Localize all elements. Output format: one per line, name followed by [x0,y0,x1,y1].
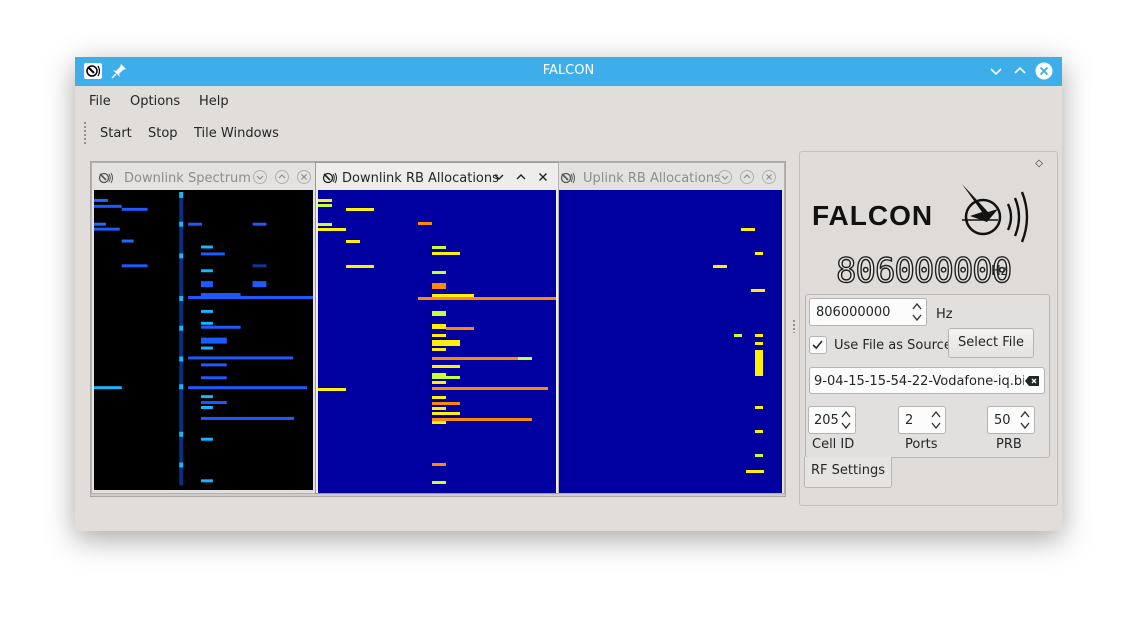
chevron-up-icon[interactable] [740,170,754,184]
prb-value: 50 [994,413,1011,428]
subwindow-title: Uplink RB Allocations [583,171,721,186]
lcd-value: 806000000 [835,251,1013,291]
toolbar: Start Stop Tile Windows [75,117,1062,149]
float-dock-icon[interactable]: ◇ [1035,158,1043,169]
frequency-lcd-display: 806000000 [835,251,1013,290]
cell-id-value: 205 [814,413,839,428]
falcon-icon [98,172,113,184]
downlink-rb-allocation-plot [318,190,556,493]
spin-arrows-icon[interactable] [1020,409,1030,431]
frequency-value: 806000000 [816,305,891,320]
chevron-up-icon[interactable] [275,170,289,184]
file-path-value: 9-04-15-15-54-22-Vodafone-iq.bin [814,374,1034,389]
ports-value: 2 [905,413,914,428]
subwindow-titlebar[interactable]: Downlink RB Allocations [316,163,558,190]
chevron-up-icon[interactable] [514,170,528,184]
splitter-handle[interactable] [792,319,796,333]
subwindow-title: Downlink Spectrum [124,171,251,186]
start-button[interactable]: Start [100,126,132,141]
app-window: FALCON File Options Help Start Stop Tile… [75,57,1062,531]
prb-spinbox[interactable]: 50 [987,406,1035,434]
stop-button[interactable]: Stop [148,126,178,141]
menu-help[interactable]: Help [199,94,229,109]
menu-file[interactable]: File [89,94,111,109]
ports-label: Ports [905,437,938,452]
spin-arrows-icon[interactable] [841,409,851,431]
use-file-label[interactable]: Use File as Source [834,338,952,353]
cell-id-spinbox[interactable]: 205 [808,406,856,434]
mdi-area: Downlink Spectrum Downlink RB Allocation… [90,161,786,497]
close-icon[interactable] [762,170,776,184]
prb-label: PRB [996,437,1022,452]
chevron-down-icon[interactable] [253,170,267,184]
use-file-checkbox[interactable] [809,336,827,354]
frequency-unit: Hz [936,307,953,322]
select-file-button[interactable]: Select File [948,328,1034,358]
spin-arrows-icon[interactable] [912,301,922,323]
maximize-chevron-icon[interactable] [1012,63,1028,79]
chevron-down-icon[interactable] [492,170,506,184]
subwindow-downlink-rb[interactable]: Downlink RB Allocations [315,162,559,494]
svg-text:FALCON: FALCON [812,200,933,231]
ports-spinbox[interactable]: 2 [898,406,946,434]
check-icon [812,340,823,350]
falcon-icon [560,172,575,184]
chevron-down-icon[interactable] [718,170,732,184]
rf-settings-group: 806000000 Hz Use File as Source Select F… [805,294,1050,458]
window-title: FALCON [542,63,595,78]
subwindow-titlebar[interactable]: Downlink Spectrum [92,163,315,190]
close-icon[interactable] [297,170,311,184]
clear-text-icon[interactable] [1024,374,1040,388]
spin-arrows-icon[interactable] [931,409,941,431]
falcon-icon [322,172,337,184]
cell-id-label: Cell ID [812,437,855,452]
subwindow-title: Downlink RB Allocations [342,171,499,186]
control-panel: ◇ FALCON 806000000 Hz 806000000 Hz Use F… [799,151,1058,506]
file-path-input[interactable]: 9-04-15-15-54-22-Vodafone-iq.bin [809,367,1045,394]
toolbar-grip-handle[interactable] [83,121,87,145]
minimize-chevron-icon[interactable] [988,63,1004,79]
falcon-logo: FALCON [812,184,1029,243]
tab-rf-settings[interactable]: RF Settings [804,457,892,488]
subwindow-uplink-rb[interactable]: Uplink RB Allocations [558,162,785,494]
uplink-rb-allocation-plot [559,190,782,493]
lcd-unit: Hz [991,264,1008,279]
subwindow-titlebar[interactable]: Uplink RB Allocations [559,163,784,190]
subwindow-downlink-spectrum[interactable]: Downlink Spectrum [91,162,316,494]
close-icon[interactable] [536,170,550,184]
close-icon[interactable] [1035,62,1053,80]
menu-bar: File Options Help [75,86,1062,116]
frequency-spinbox[interactable]: 806000000 [809,298,927,326]
tile-windows-button[interactable]: Tile Windows [194,126,279,141]
menu-options[interactable]: Options [130,94,180,109]
title-bar: FALCON [75,57,1062,86]
spectrum-waterfall-plot [94,190,313,491]
